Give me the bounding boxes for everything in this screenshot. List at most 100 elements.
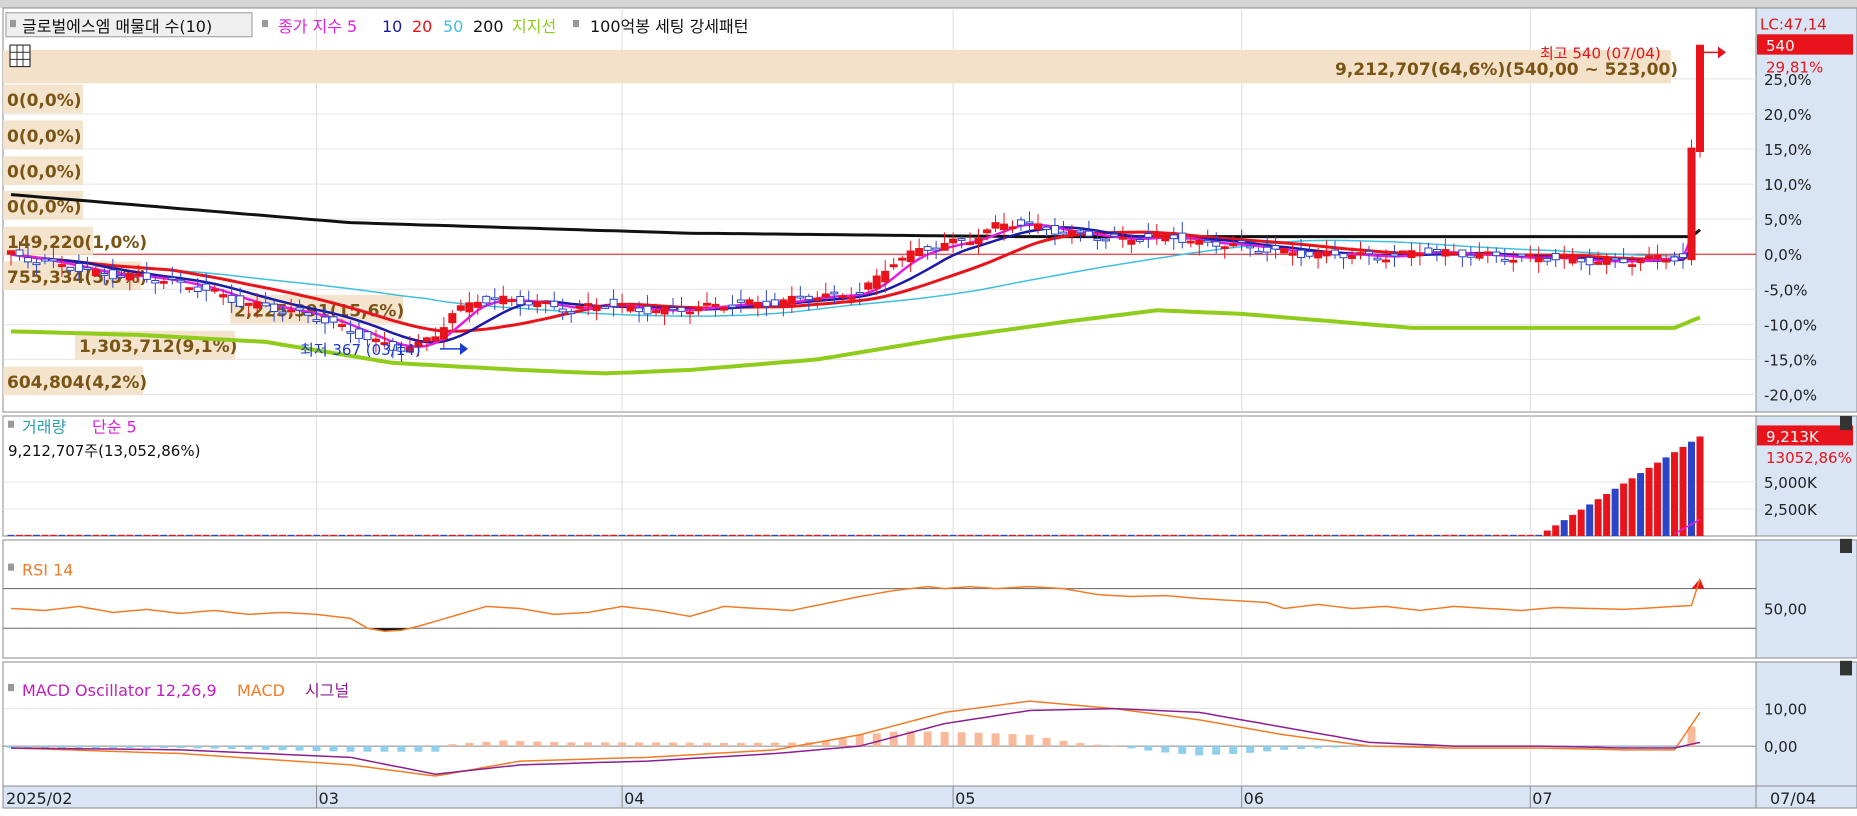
volume-bar: [584, 534, 592, 537]
candle-body: [1018, 220, 1025, 225]
volume-bar: [711, 534, 719, 537]
legend-ma10: 10: [382, 17, 402, 36]
volume-bar: [533, 534, 541, 537]
candle-body: [839, 296, 846, 298]
macd-axis-tick-label: 0,00: [1764, 738, 1797, 756]
candle-body: [279, 312, 286, 314]
volume-bar: [805, 534, 813, 537]
pane-close-icon[interactable]: [1840, 416, 1852, 431]
candle-body: [720, 308, 727, 310]
high-price-annotation: 최고 540 (07/04): [1540, 44, 1661, 62]
macd-oscillator-bar: [1059, 740, 1068, 747]
candle-body: [712, 304, 719, 306]
volume-profile-label: 0(0,0%): [7, 127, 82, 147]
macd-oscillator-bar: [1127, 746, 1136, 749]
candle-body: [58, 265, 65, 267]
volume-bar: [270, 534, 278, 537]
macd-oscillator-bar: [1263, 746, 1272, 752]
candle-body: [1306, 252, 1313, 257]
volume-bar: [635, 534, 643, 537]
candle-body: [169, 278, 176, 280]
candle-body: [50, 259, 57, 261]
volume-bar: [32, 534, 40, 537]
volume-bar: [1662, 457, 1670, 537]
macd-oscillator-bar: [872, 733, 881, 747]
volume-bar: [296, 534, 304, 537]
volume-bar: [1212, 534, 1220, 537]
volume-bar: [440, 534, 448, 537]
legend-stock-name: 글로벌에스엠 매물대 수(10): [22, 17, 212, 36]
volume-bar: [686, 534, 694, 537]
legend-ma200: 200: [473, 17, 504, 36]
candle-body: [1247, 246, 1254, 248]
candle-body: [1162, 234, 1169, 240]
volume-bar: [202, 534, 210, 537]
volume-bar: [431, 534, 439, 537]
volume-bar: [75, 534, 83, 537]
macd-oscillator-bar: [261, 746, 270, 750]
legend-support: 지지선: [512, 17, 556, 36]
candle-body: [228, 295, 235, 302]
macd-oscillator-bar: [923, 731, 932, 747]
macd-oscillator-bar: [1008, 734, 1017, 747]
macd-oscillator-bar: [855, 734, 864, 747]
volume-bar: [262, 534, 270, 537]
candle-body: [1001, 224, 1008, 230]
candle-body: [814, 298, 821, 300]
candle-body: [1298, 250, 1305, 257]
candle-body: [848, 297, 855, 299]
macd-oscillator-bar: [380, 746, 389, 752]
volume-bar: [1688, 441, 1696, 537]
candle-body: [534, 302, 541, 307]
candle-body: [1629, 265, 1636, 267]
macd-oscillator-bar: [363, 746, 372, 752]
macd-oscillator-bar: [278, 746, 287, 751]
volume-bar: [1221, 534, 1229, 537]
macd-oscillator-bar: [159, 746, 168, 748]
pane-close-icon[interactable]: [1840, 660, 1852, 676]
volume-bar: [245, 534, 253, 537]
stock-chart[interactable]: 25,0%20,0%15,0%10,0%5,0%0,0%-5,0%-10,0%-…: [0, 0, 1857, 816]
pane-close-icon[interactable]: [1840, 538, 1852, 553]
volume-bar: [1679, 446, 1687, 537]
volume-bar: [330, 534, 338, 537]
volume-bar: [1017, 534, 1025, 537]
macd-oscillator-bar: [1178, 746, 1187, 754]
candle-body: [746, 300, 753, 305]
volume-bar: [644, 534, 652, 537]
table-icon[interactable]: [10, 45, 30, 67]
volume-bar: [1569, 514, 1577, 537]
volume-bar: [1119, 534, 1127, 537]
candle-body: [1680, 254, 1687, 258]
volume-bar: [813, 534, 821, 537]
volume-bar: [737, 534, 745, 537]
volume-bar: [839, 534, 847, 537]
candle-body: [627, 306, 634, 311]
x-axis-label: 2025/02: [6, 789, 72, 808]
volume-bar: [1153, 534, 1161, 537]
volume-bar: [1272, 534, 1280, 537]
volume-profile-label: 604,804(4,2%): [7, 373, 147, 393]
volume-bar: [1594, 499, 1602, 537]
candle-body: [610, 299, 617, 306]
macd-oscillator-bar: [210, 746, 219, 749]
candle-body: [1230, 244, 1237, 246]
volume-bar: [1586, 504, 1594, 537]
candle-body: [355, 329, 362, 338]
candle-body: [1569, 257, 1576, 263]
price-axis-tick-label: 0,0%: [1764, 246, 1802, 264]
macd-oscillator-bar: [533, 741, 542, 747]
legend-volume: 거래량: [22, 418, 66, 437]
candle-body: [67, 267, 74, 270]
legend-signal: 시그널: [305, 681, 349, 700]
candle-body: [118, 276, 125, 278]
macd-oscillator-bar: [1144, 746, 1153, 751]
candle-body: [1697, 45, 1704, 151]
volume-bar: [236, 534, 244, 537]
macd-oscillator-bar: [1110, 746, 1119, 747]
volume-axis-tick-label: 2,500K: [1764, 501, 1818, 519]
x-axis-label: 03: [319, 789, 339, 808]
volume-bar: [1671, 452, 1679, 537]
volume-bar: [576, 534, 584, 537]
volume-bar: [194, 534, 202, 537]
